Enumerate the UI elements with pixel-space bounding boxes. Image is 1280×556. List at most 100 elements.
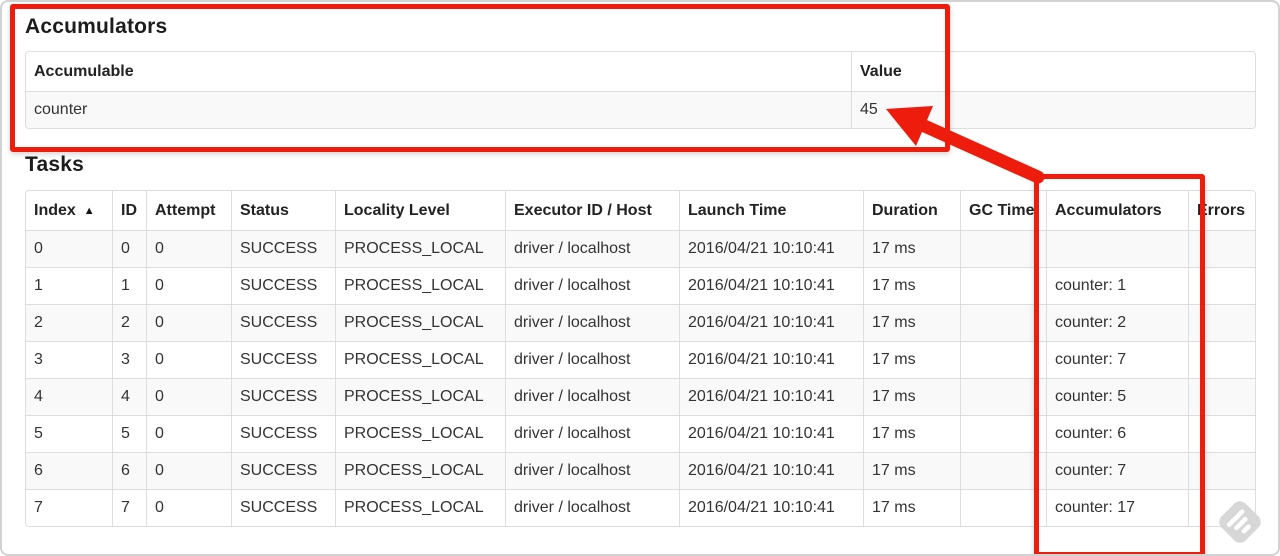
column-header-duration[interactable]: Duration [863, 191, 960, 230]
cell-accumulators: counter: 5 [1046, 378, 1188, 415]
cell-attempt: 0 [146, 378, 231, 415]
column-header-status[interactable]: Status [231, 191, 335, 230]
cell-index: 5 [26, 415, 112, 452]
cell-errors [1188, 489, 1255, 526]
cell-accumulators: counter: 2 [1046, 304, 1188, 341]
cell-errors [1188, 415, 1255, 452]
cell-locality: PROCESS_LOCAL [335, 267, 505, 304]
accumulators-heading: Accumulators [25, 15, 168, 38]
column-header-index[interactable]: Index ▲ [26, 191, 112, 230]
accumulable-name-cell: counter [26, 91, 851, 128]
sort-asc-icon: ▲ [83, 205, 95, 217]
column-header-launch-time[interactable]: Launch Time [679, 191, 863, 230]
cell-gc-time [960, 415, 1046, 452]
cell-locality: PROCESS_LOCAL [335, 341, 505, 378]
cell-gc-time [960, 378, 1046, 415]
cell-gc-time [960, 452, 1046, 489]
cell-locality: PROCESS_LOCAL [335, 304, 505, 341]
column-header-locality-level[interactable]: Locality Level [335, 191, 505, 230]
cell-status: SUCCESS [231, 489, 335, 526]
cell-gc-time [960, 267, 1046, 304]
cell-index: 7 [26, 489, 112, 526]
cell-errors [1188, 230, 1255, 267]
column-header-attempt[interactable]: Attempt [146, 191, 231, 230]
cell-duration: 17 ms [863, 415, 960, 452]
cell-launch-time: 2016/04/21 10:10:41 [679, 230, 863, 267]
cell-id: 1 [112, 267, 146, 304]
accumulators-header-row: Accumulable Value [26, 52, 1255, 91]
cell-locality: PROCESS_LOCAL [335, 489, 505, 526]
cell-index: 4 [26, 378, 112, 415]
cell-accumulators [1046, 230, 1188, 267]
column-header-executor-id-host[interactable]: Executor ID / Host [505, 191, 679, 230]
cell-errors [1188, 267, 1255, 304]
accumulable-column-header: Accumulable [34, 63, 134, 80]
column-header-accumulators[interactable]: Accumulators [1046, 191, 1188, 230]
cell-index: 3 [26, 341, 112, 378]
cell-attempt: 0 [146, 341, 231, 378]
cell-executor: driver / localhost [505, 230, 679, 267]
cell-accumulators: counter: 17 [1046, 489, 1188, 526]
cell-status: SUCCESS [231, 452, 335, 489]
cell-accumulators: counter: 7 [1046, 452, 1188, 489]
tasks-heading: Tasks [25, 153, 84, 176]
column-header-label: Index [34, 202, 76, 219]
column-header-id[interactable]: ID [112, 191, 146, 230]
column-header-gc-time[interactable]: GC Time [960, 191, 1046, 230]
cell-launch-time: 2016/04/21 10:10:41 [679, 452, 863, 489]
cell-executor: driver / localhost [505, 452, 679, 489]
cell-id: 3 [112, 341, 146, 378]
accumulators-table: Accumulable Value counter 45 [25, 51, 1256, 129]
cell-index: 2 [26, 304, 112, 341]
cell-executor: driver / localhost [505, 304, 679, 341]
cell-status: SUCCESS [231, 378, 335, 415]
task-row: 7 7 0 SUCCESS PROCESS_LOCAL driver / loc… [26, 489, 1255, 526]
cell-errors [1188, 304, 1255, 341]
cell-accumulators: counter: 1 [1046, 267, 1188, 304]
cell-duration: 17 ms [863, 304, 960, 341]
cell-locality: PROCESS_LOCAL [335, 230, 505, 267]
cell-status: SUCCESS [231, 230, 335, 267]
task-row: 6 6 0 SUCCESS PROCESS_LOCAL driver / loc… [26, 452, 1255, 489]
cell-errors [1188, 378, 1255, 415]
cell-attempt: 0 [146, 415, 231, 452]
cell-executor: driver / localhost [505, 378, 679, 415]
cell-executor: driver / localhost [505, 267, 679, 304]
tasks-table: Index ▲ ID Attempt Status Locality Level … [25, 190, 1256, 527]
task-row: 4 4 0 SUCCESS PROCESS_LOCAL driver / loc… [26, 378, 1255, 415]
cell-executor: driver / localhost [505, 489, 679, 526]
task-row: 3 3 0 SUCCESS PROCESS_LOCAL driver / loc… [26, 341, 1255, 378]
cell-duration: 17 ms [863, 267, 960, 304]
cell-attempt: 0 [146, 267, 231, 304]
task-row: 5 5 0 SUCCESS PROCESS_LOCAL driver / loc… [26, 415, 1255, 452]
accumulator-row: counter 45 [26, 91, 1255, 128]
cell-gc-time [960, 341, 1046, 378]
cell-locality: PROCESS_LOCAL [335, 415, 505, 452]
cell-id: 6 [112, 452, 146, 489]
cell-launch-time: 2016/04/21 10:10:41 [679, 267, 863, 304]
cell-accumulators: counter: 7 [1046, 341, 1188, 378]
cell-errors [1188, 341, 1255, 378]
cell-attempt: 0 [146, 452, 231, 489]
cell-gc-time [960, 304, 1046, 341]
cell-attempt: 0 [146, 489, 231, 526]
task-row: 0 0 0 SUCCESS PROCESS_LOCAL driver / loc… [26, 230, 1255, 267]
cell-attempt: 0 [146, 230, 231, 267]
cell-duration: 17 ms [863, 378, 960, 415]
cell-launch-time: 2016/04/21 10:10:41 [679, 415, 863, 452]
cell-status: SUCCESS [231, 267, 335, 304]
cell-id: 4 [112, 378, 146, 415]
page-content: Accumulators Accumulable Value counter 4… [2, 2, 1278, 527]
cell-locality: PROCESS_LOCAL [335, 378, 505, 415]
cell-duration: 17 ms [863, 452, 960, 489]
cell-executor: driver / localhost [505, 341, 679, 378]
cell-launch-time: 2016/04/21 10:10:41 [679, 378, 863, 415]
cell-attempt: 0 [146, 304, 231, 341]
accumulable-value-cell: 45 [851, 91, 1255, 128]
cell-index: 0 [26, 230, 112, 267]
cell-gc-time [960, 230, 1046, 267]
cell-status: SUCCESS [231, 341, 335, 378]
column-header-errors[interactable]: Errors [1188, 191, 1255, 230]
spark-stage-page: Accumulators Accumulable Value counter 4… [0, 0, 1280, 556]
cell-index: 1 [26, 267, 112, 304]
